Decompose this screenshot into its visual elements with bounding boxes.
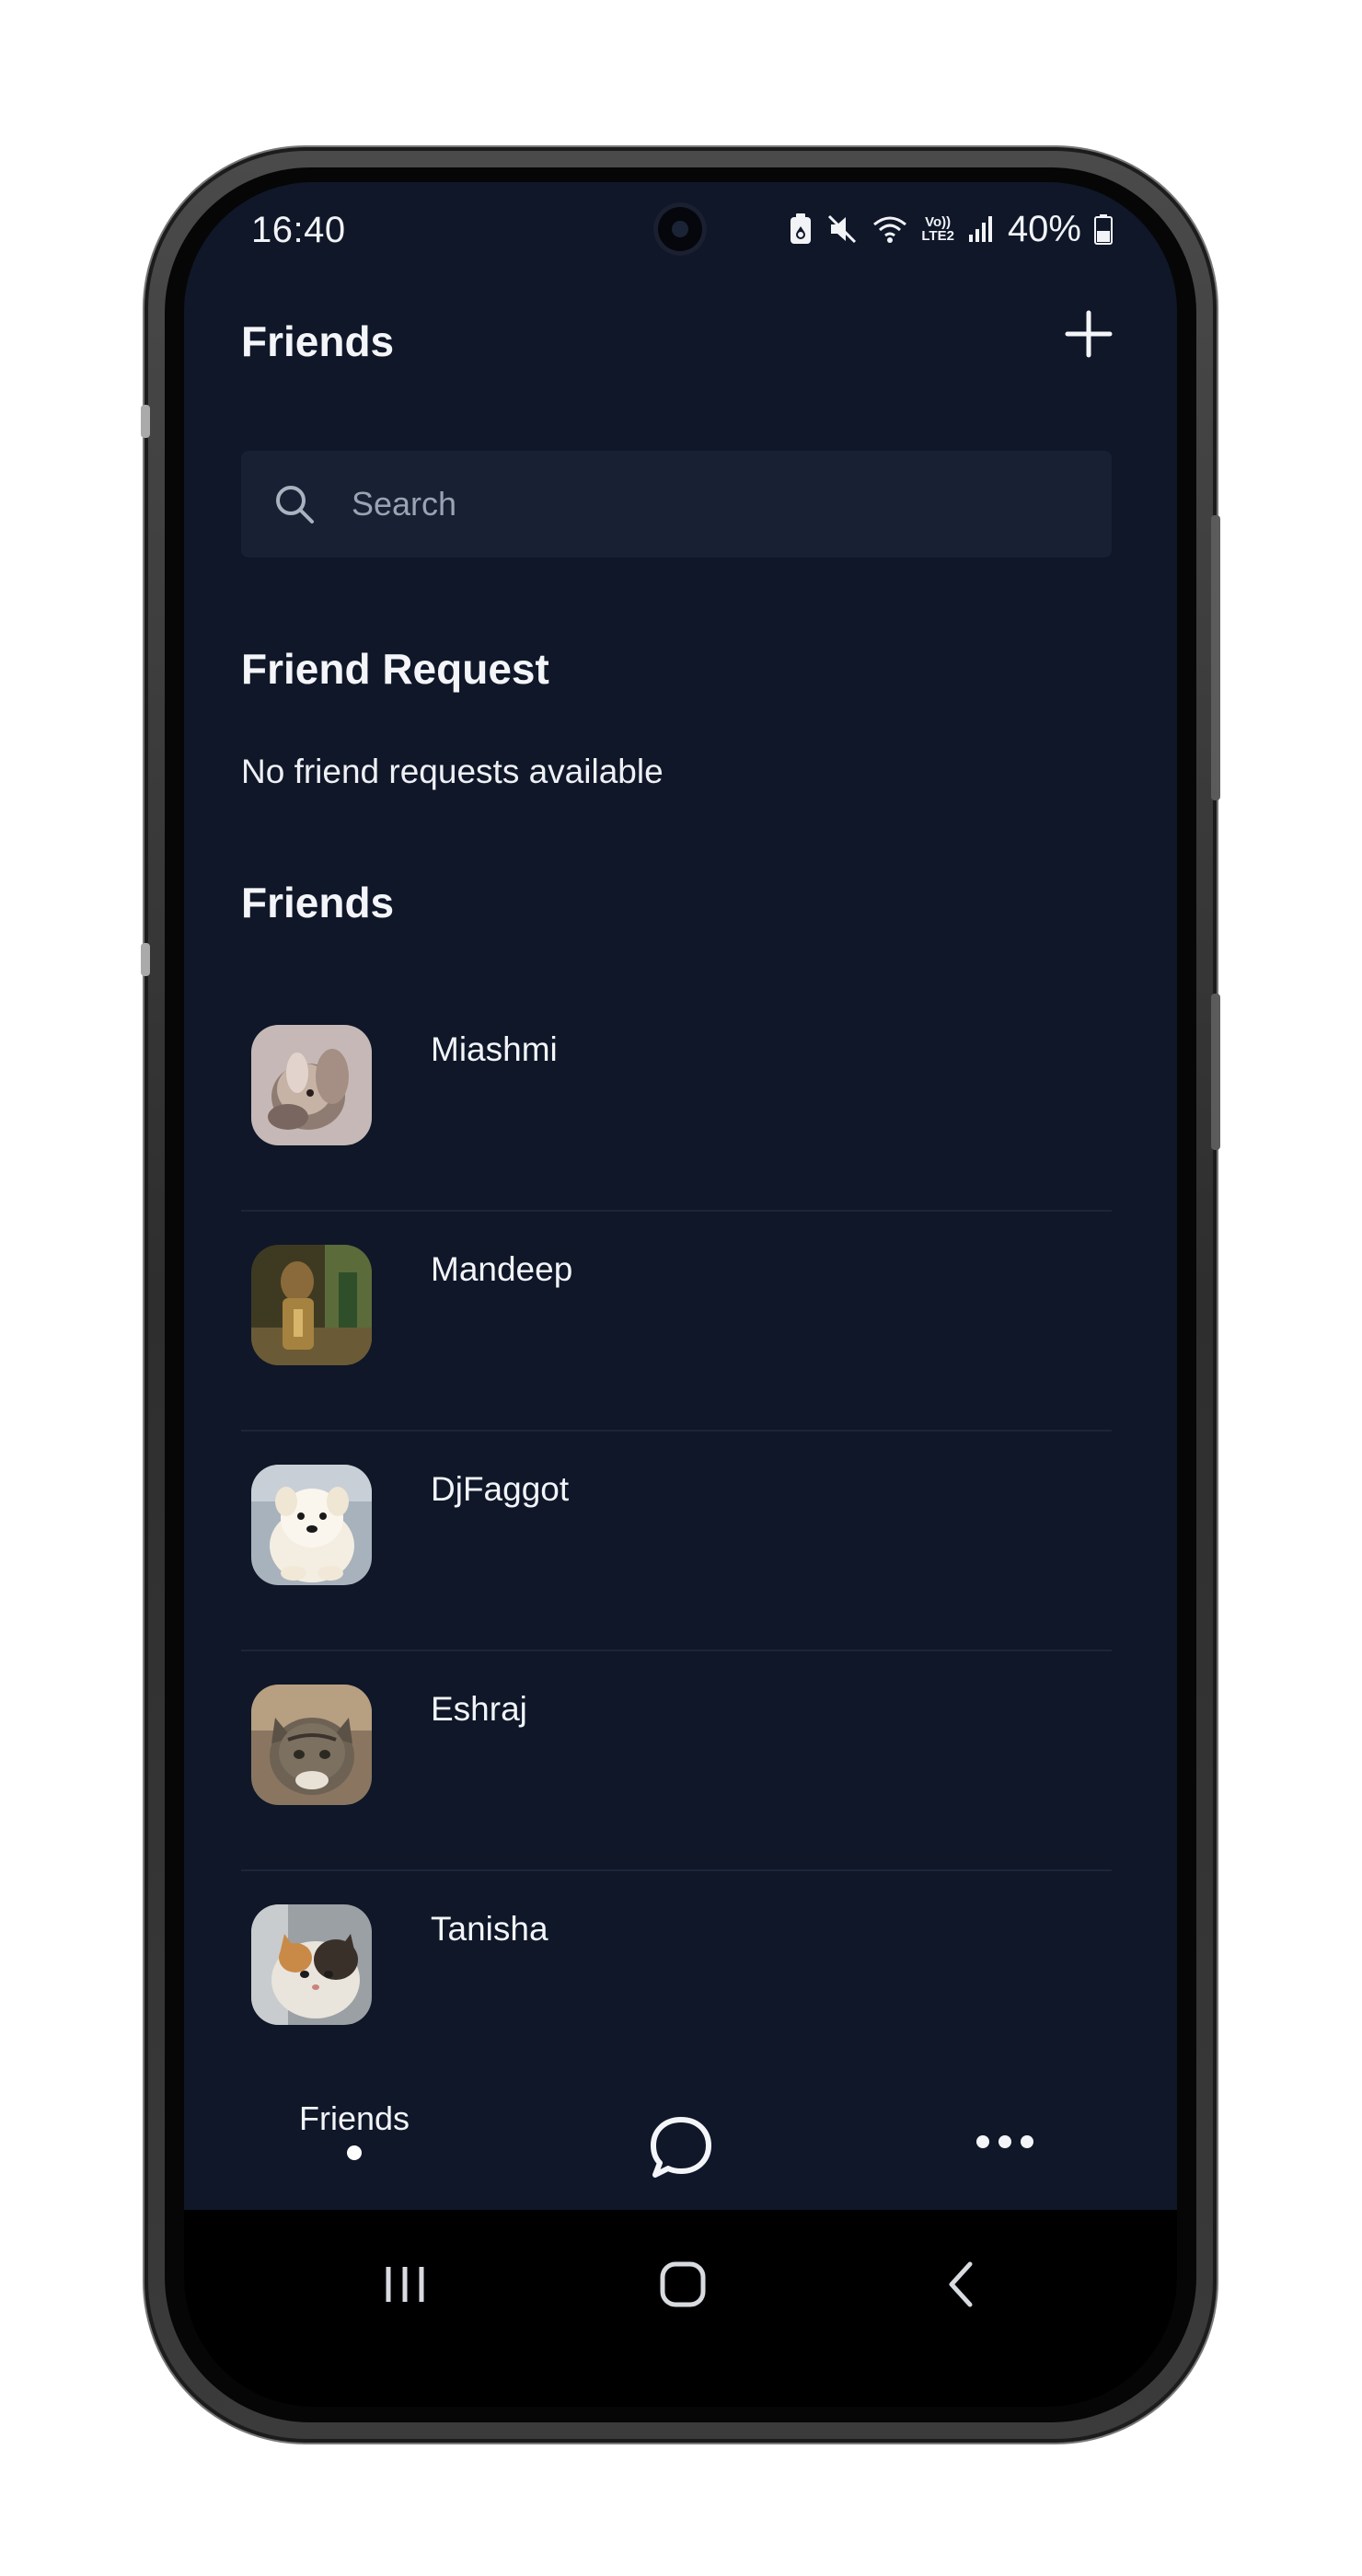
power-button xyxy=(1211,994,1220,1150)
plus-icon xyxy=(1065,310,1113,358)
network-label-bottom: LTE2 xyxy=(921,228,954,244)
friend-row[interactable]: DjFaggot xyxy=(241,1432,1112,1651)
tab-more[interactable] xyxy=(968,2123,1042,2160)
tab-chat[interactable] xyxy=(644,2110,718,2184)
avatar[interactable] xyxy=(251,1904,372,2025)
system-navigation-bar xyxy=(184,2210,1177,2407)
search-bar[interactable] xyxy=(241,450,1112,558)
friend-name: Mandeep xyxy=(431,1250,573,1288)
battery-saver-icon xyxy=(789,213,813,246)
page-title: Friends xyxy=(241,317,395,365)
friend-name: DjFaggot xyxy=(431,1470,570,1508)
friend-row[interactable]: Eshraj xyxy=(241,1651,1112,1871)
no-friend-requests-message: No friend requests available xyxy=(241,753,664,790)
back-icon xyxy=(949,2261,973,2307)
active-tab-indicator xyxy=(347,2145,362,2160)
screen: 16:40 Vo)) LTE2 40% Friends Search Frien… xyxy=(184,182,1177,2407)
back-button[interactable] xyxy=(920,2243,1003,2326)
recents-icon xyxy=(386,2267,424,2302)
left-button-top xyxy=(141,405,150,438)
friend-request-heading: Friend Request xyxy=(241,645,549,693)
left-button-bottom xyxy=(141,943,150,976)
recents-button[interactable] xyxy=(364,2243,446,2326)
friend-name: Tanisha xyxy=(431,1910,548,1948)
bottom-nav: Friends xyxy=(184,2077,1177,2210)
friend-name: Eshraj xyxy=(431,1690,527,1728)
friend-row[interactable]: Mandeep xyxy=(241,1212,1112,1432)
home-button[interactable] xyxy=(641,2243,724,2326)
mute-icon xyxy=(825,213,859,246)
signal-icon xyxy=(967,214,995,244)
friends-list: Miashmi Mandeep DjFaggot Eshraj Tanisha xyxy=(241,992,1112,2091)
add-friend-button[interactable] xyxy=(1058,304,1119,364)
friend-name: Miashmi xyxy=(431,1030,558,1068)
friend-row[interactable]: Miashmi xyxy=(241,992,1112,1212)
tab-friends-label: Friends xyxy=(298,2099,410,2137)
volume-button xyxy=(1211,515,1220,800)
status-icons: Vo)) LTE2 40% xyxy=(789,208,1113,250)
friends-heading: Friends xyxy=(241,879,395,926)
avatar[interactable] xyxy=(251,1465,372,1585)
avatar[interactable] xyxy=(251,1685,372,1805)
home-icon xyxy=(660,2261,706,2307)
front-camera xyxy=(653,202,707,256)
chat-bubble-icon xyxy=(651,2117,711,2178)
search-icon xyxy=(271,480,318,528)
avatar[interactable] xyxy=(251,1025,372,1145)
battery-percent: 40% xyxy=(1007,208,1081,249)
avatar[interactable] xyxy=(251,1245,372,1365)
battery-icon xyxy=(1094,213,1113,245)
tab-friends[interactable]: Friends xyxy=(290,2099,419,2160)
search-input[interactable] xyxy=(350,450,1112,558)
status-time: 16:40 xyxy=(251,210,346,250)
more-horizontal-icon xyxy=(976,2135,1033,2148)
network-label-top: Vo)) xyxy=(925,214,952,230)
volte-lte2-icon: Vo)) LTE2 xyxy=(921,215,954,243)
friend-row[interactable]: Tanisha xyxy=(241,1871,1112,2091)
wifi-icon xyxy=(871,213,908,245)
